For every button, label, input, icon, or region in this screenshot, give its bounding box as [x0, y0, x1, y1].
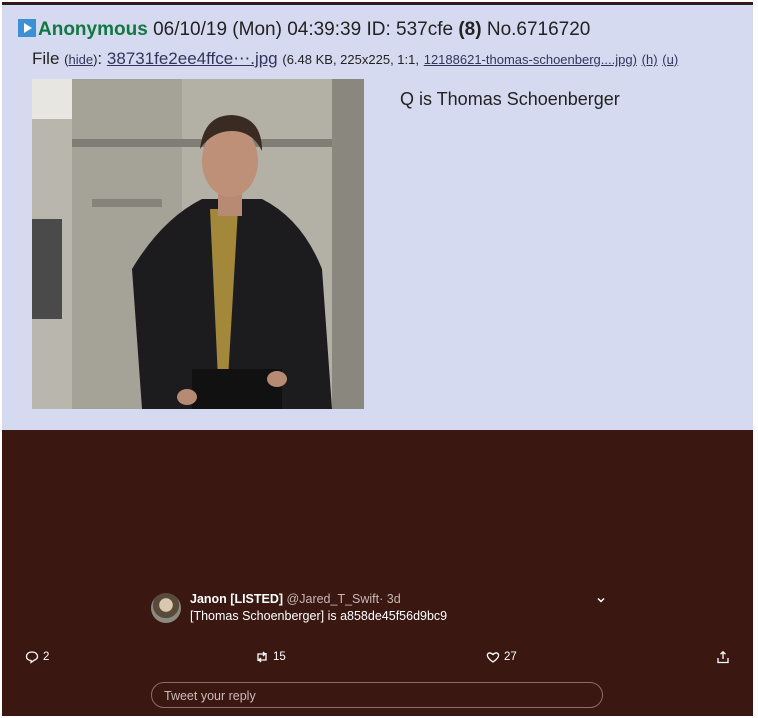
- tweet: Janon [LISTED] @Jared_T_Swift· 3d [Thoma…: [2, 432, 753, 716]
- file-label: File: [32, 49, 60, 68]
- post-message: Q is Thomas Schoenberger: [400, 89, 620, 109]
- user-handle[interactable]: @Jared_T_Swift: [287, 592, 380, 606]
- like-count-label: 27: [504, 651, 517, 663]
- retweet-count-label: 15: [273, 651, 286, 663]
- tweet-age: · 3d: [379, 592, 401, 606]
- arrow-icon[interactable]: [18, 19, 36, 37]
- original-file-link[interactable]: 12188621-thomas-schoenberg....jpg): [424, 52, 637, 67]
- share-button[interactable]: [716, 650, 730, 664]
- screenshot-frame: Anonymous 06/10/19 (Mon) 04:39:39 ID: 53…: [2, 2, 753, 716]
- post-datetime: 06/10/19 (Mon) 04:39:39: [153, 19, 362, 40]
- man-photo-illustration: [32, 79, 364, 409]
- u-link[interactable]: (u): [662, 52, 678, 67]
- imageboard-post: Anonymous 06/10/19 (Mon) 04:39:39 ID: 53…: [2, 4, 753, 430]
- h-link[interactable]: (h): [642, 52, 658, 67]
- id-label: ID:: [366, 19, 391, 40]
- file-info: File (hide): 38731fe2ee4ffce⋯.jpg (6.48 …: [32, 49, 679, 68]
- reply-icon: [25, 651, 39, 664]
- tweet-actions: 2 15 27: [2, 650, 753, 672]
- hide-link[interactable]: hide: [68, 52, 93, 67]
- tweet-author: Janon [LISTED] @Jared_T_Swift· 3d: [190, 592, 401, 606]
- file-meta: (6.48 KB, 225x225, 1:1,: [282, 52, 419, 67]
- poster-id[interactable]: 537cfe: [396, 19, 453, 40]
- chevron-down-icon[interactable]: [595, 594, 607, 606]
- retweet-button[interactable]: 15: [255, 650, 286, 664]
- reply-box[interactable]: [151, 682, 603, 708]
- reply-count: (8): [458, 19, 482, 40]
- like-button[interactable]: 27: [486, 650, 517, 664]
- reply-count-label: 2: [43, 651, 50, 663]
- tweet-text: [Thomas Schoenberger] is a858de45f56d9bc…: [190, 609, 448, 623]
- post-image[interactable]: [32, 79, 364, 409]
- display-name[interactable]: Janon [LISTED]: [190, 592, 283, 606]
- like-icon: [486, 652, 500, 663]
- share-icon: [717, 650, 729, 664]
- post-number[interactable]: No.6716720: [487, 19, 591, 40]
- file-name-link[interactable]: 38731fe2ee4ffce⋯.jpg: [107, 49, 278, 68]
- post-header: Anonymous 06/10/19 (Mon) 04:39:39 ID: 53…: [18, 19, 590, 41]
- avatar[interactable]: [151, 593, 181, 623]
- reply-input[interactable]: [162, 687, 586, 705]
- reply-button[interactable]: 2: [25, 650, 49, 664]
- retweet-icon: [257, 651, 267, 663]
- poster-name: Anonymous: [38, 19, 148, 40]
